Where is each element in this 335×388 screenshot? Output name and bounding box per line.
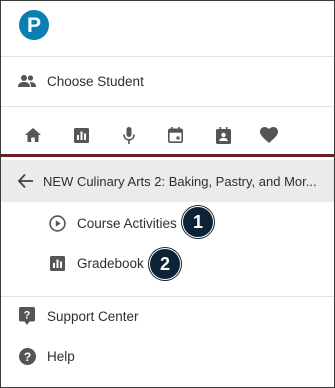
course-back-row[interactable]: NEW Culinary Arts 2: Baking, Pastry, and…: [1, 160, 334, 202]
callout-badge: 2: [149, 248, 181, 280]
pearson-logo-icon: P: [27, 14, 41, 37]
arrow-left-icon[interactable]: [17, 173, 33, 189]
bar-chart-icon[interactable]: [71, 125, 91, 145]
choose-student-label: Choose Student: [47, 73, 144, 89]
help-circle-icon: ?: [17, 346, 37, 366]
support-center-label: Support Center: [47, 308, 139, 324]
course-activities-item[interactable]: Course Activities: [1, 207, 334, 239]
contact-card-icon[interactable]: [213, 125, 233, 145]
gradebook-icon: [47, 253, 67, 273]
divider: [1, 106, 334, 107]
microphone-icon[interactable]: [119, 125, 139, 145]
svg-text:P: P: [27, 14, 41, 37]
support-question-icon: ?: [17, 306, 37, 326]
course-title: NEW Culinary Arts 2: Baking, Pastry, and…: [43, 173, 317, 189]
play-circle-icon: [47, 213, 67, 233]
pearson-logo[interactable]: P: [19, 10, 49, 40]
course-activities-label: Course Activities: [77, 215, 177, 231]
heart-icon[interactable]: [259, 125, 279, 145]
app-menu-panel: P Choose Student NEW Culinary Arts 2: Ba…: [0, 0, 335, 388]
accent-bar: [1, 154, 334, 157]
divider: [1, 56, 334, 57]
svg-text:?: ?: [23, 350, 30, 364]
home-icon[interactable]: [23, 125, 43, 145]
support-center-item[interactable]: ? Support Center: [1, 301, 334, 331]
callout-badge: 1: [182, 206, 214, 238]
people-icon: [17, 71, 37, 91]
gradebook-label: Gradebook: [77, 255, 144, 271]
help-item[interactable]: ? Help: [1, 341, 334, 371]
icon-nav-bar: [1, 119, 334, 153]
choose-student-item[interactable]: Choose Student: [1, 67, 334, 95]
calendar-icon[interactable]: [165, 125, 185, 145]
divider: [1, 296, 334, 297]
svg-text:?: ?: [24, 310, 31, 322]
help-label: Help: [47, 348, 75, 364]
